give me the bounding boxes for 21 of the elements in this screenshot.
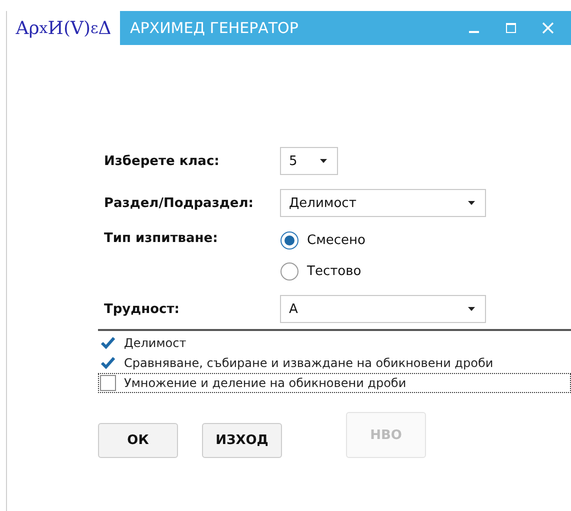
maximize-icon — [505, 22, 517, 34]
field-label: Раздел/Подраздел: — [104, 196, 254, 210]
radio-option[interactable]: Смесено — [280, 231, 571, 250]
grade-dropdown[interactable]: 5 — [280, 147, 338, 175]
minimize-icon — [469, 31, 479, 33]
caret-icon — [320, 159, 327, 163]
radio-option[interactable]: Тестово — [280, 262, 571, 281]
field-label: Трудност: — [104, 302, 180, 316]
field-label: Изберете клас: — [104, 154, 220, 168]
difficulty-dropdown[interactable]: A — [280, 295, 486, 323]
close-icon — [542, 22, 554, 34]
topic-checkbox[interactable]: Сравняване, събиране и изваждане на обикновени дроби — [98, 353, 571, 373]
caret-icon — [468, 307, 475, 311]
topic-checkbox[interactable]: Умножение и деление на обикновени дроби — [98, 373, 571, 393]
section-dropdown[interactable]: Делимост — [280, 189, 486, 217]
action-button[interactable]: ИЗХОД — [202, 423, 282, 458]
window-title: АРХИМЕД ГЕНЕРАТОР — [129, 19, 300, 37]
topic-checkbox[interactable]: Делимост — [98, 333, 571, 353]
field-label: Тип изпитване: — [104, 231, 219, 246]
action-button[interactable]: ОК — [98, 423, 178, 458]
caret-icon — [468, 201, 475, 205]
